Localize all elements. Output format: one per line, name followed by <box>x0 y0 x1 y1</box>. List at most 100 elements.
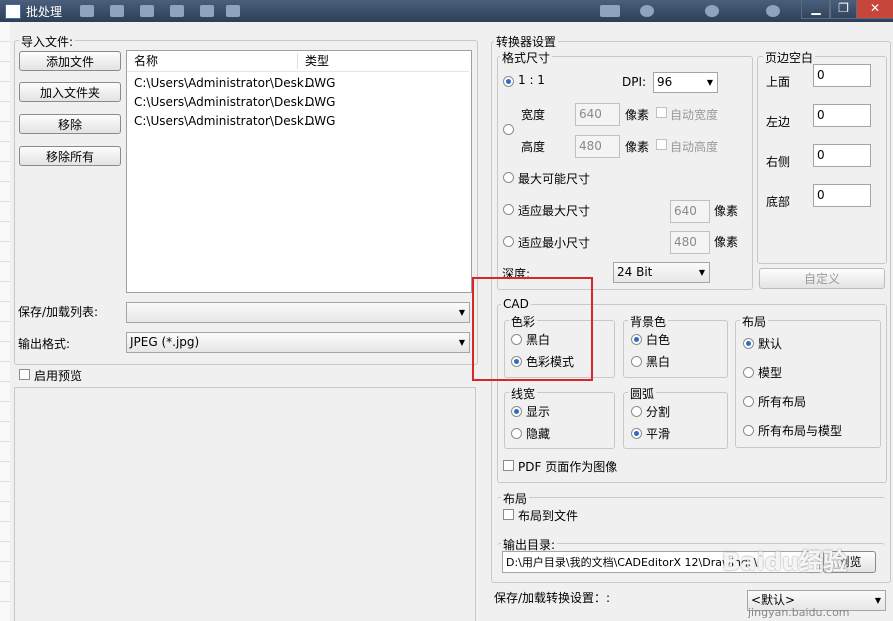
lineweight-title: 线宽 <box>509 385 538 402</box>
custom-size-radio[interactable] <box>503 124 514 135</box>
toolbar-redo-icon[interactable] <box>226 5 240 17</box>
fit-min-input[interactable]: 480 <box>670 231 710 254</box>
margins-title: 页边空白 <box>763 49 816 66</box>
header-divider <box>127 71 469 72</box>
background-black-label: 黑白 <box>646 355 671 369</box>
toolbar-new-icon[interactable] <box>80 5 94 17</box>
layout-all-radio[interactable] <box>743 396 754 407</box>
column-header-type[interactable]: 类型 <box>305 51 469 72</box>
file-row-name[interactable]: C:\Users\Administrator\Desk... <box>134 76 315 90</box>
chevron-down-icon: ▼ <box>874 596 881 605</box>
pdf-as-image-checkbox[interactable] <box>503 460 514 471</box>
file-list[interactable]: 名称 类型 C:\Users\Administrator\Desk... DWG… <box>126 50 472 293</box>
background-white-radio[interactable] <box>631 334 642 345</box>
add-folder-button[interactable]: 加入文件夹 <box>19 82 121 102</box>
layout-default-label: 默认 <box>758 337 783 351</box>
toolbar-settings-icon[interactable] <box>705 5 719 17</box>
height-input[interactable]: 480 <box>575 135 620 158</box>
layout-default-radio[interactable] <box>743 338 754 349</box>
layout-all-model-label: 所有布局与模型 <box>758 424 843 438</box>
layout-model-radio[interactable] <box>743 367 754 378</box>
lineweight-hide-radio[interactable] <box>511 428 522 439</box>
file-row-type[interactable]: DWG <box>305 95 335 109</box>
ratio-1-1-radio[interactable] <box>503 76 514 87</box>
lineweight-show-label: 显示 <box>526 405 551 419</box>
enable-preview-checkbox[interactable] <box>19 369 30 380</box>
margin-left-input[interactable]: 0 <box>813 104 871 127</box>
fit-min-label: 适应最小尺寸 <box>518 236 591 250</box>
margin-right-label: 右侧 <box>766 155 791 169</box>
file-row-name[interactable]: C:\Users\Administrator\Desk... <box>134 95 315 109</box>
toolbar-user-icon[interactable] <box>766 5 780 17</box>
layout-model-label: 模型 <box>758 366 783 380</box>
toolbar-undo-icon[interactable] <box>200 5 214 17</box>
width-pixel-label: 像素 <box>625 108 650 122</box>
fit-max-pixel-label: 像素 <box>714 204 739 218</box>
window-title: 批处理 <box>26 5 63 19</box>
column-divider <box>297 53 298 69</box>
arc-split-radio[interactable] <box>631 406 642 417</box>
background-grid-strip <box>0 22 10 621</box>
save-load-settings-label: 保存/加载转换设置：: <box>494 591 611 605</box>
width-label: 宽度 <box>521 108 546 122</box>
arc-smooth-radio[interactable] <box>631 428 642 439</box>
cad-layout-title: 布局 <box>740 313 769 330</box>
watermark-subtext: jingyan.baidu.com <box>748 606 850 619</box>
toolbar-save-icon[interactable] <box>140 5 154 17</box>
toolbar-open-icon[interactable] <box>110 5 124 17</box>
lineweight-show-radio[interactable] <box>511 406 522 417</box>
maximize-button[interactable]: ❐ <box>829 0 858 19</box>
minimize-button[interactable]: ▁ <box>801 0 831 19</box>
background-white-label: 白色 <box>646 333 671 347</box>
toolbar-help-icon[interactable] <box>640 5 654 17</box>
layout-to-file-label: 布局到文件 <box>518 509 579 523</box>
file-row-type[interactable]: DWG <box>305 76 335 90</box>
depth-combo[interactable]: 24 Bit ▼ <box>613 262 710 283</box>
arc-smooth-label: 平滑 <box>646 427 671 441</box>
toolbar-print-icon[interactable] <box>170 5 184 17</box>
layout-all-model-radio[interactable] <box>743 425 754 436</box>
fit-max-input[interactable]: 640 <box>670 200 710 223</box>
save-load-settings-value: <默认> <box>751 593 796 607</box>
file-row-name[interactable]: C:\Users\Administrator\Desk... <box>134 114 315 128</box>
chevron-down-icon: ▼ <box>698 268 705 277</box>
layout-section-title: 布局 <box>501 490 530 507</box>
background-black-radio[interactable] <box>631 356 642 367</box>
max-possible-radio[interactable] <box>503 172 514 183</box>
close-button[interactable]: ✕ <box>856 0 893 19</box>
file-row-type[interactable]: DWG <box>305 114 335 128</box>
save-load-list-combo[interactable]: ▼ <box>126 302 470 323</box>
dpi-label: DPI: <box>622 75 647 89</box>
toolbar-cad-icon[interactable] <box>600 5 620 17</box>
fit-min-radio[interactable] <box>503 236 514 247</box>
column-header-name[interactable]: 名称 <box>134 51 294 72</box>
fit-min-pixel-label: 像素 <box>714 235 739 249</box>
layout-to-file-checkbox[interactable] <box>503 509 514 520</box>
margin-left-label: 左边 <box>766 115 791 129</box>
max-possible-label: 最大可能尺寸 <box>518 172 591 186</box>
margin-right-input[interactable]: 0 <box>813 144 871 167</box>
width-input[interactable]: 640 <box>575 103 620 126</box>
save-load-list-label: 保存/加载列表: <box>18 305 99 319</box>
enable-preview-label: 启用预览 <box>34 369 83 383</box>
highlight-box <box>472 277 593 381</box>
chevron-down-icon: ▼ <box>458 308 465 317</box>
custom-button[interactable]: 自定义 <box>759 268 885 289</box>
depth-value: 24 Bit <box>617 265 653 279</box>
margin-bottom-input[interactable]: 0 <box>813 184 871 207</box>
remove-all-button[interactable]: 移除所有 <box>19 146 121 166</box>
background-title: 背景色 <box>628 313 669 330</box>
chevron-down-icon: ▼ <box>706 78 713 87</box>
layout-all-label: 所有布局 <box>758 395 807 409</box>
dpi-combo[interactable]: 96 ▼ <box>653 72 718 93</box>
output-format-combo[interactable]: JPEG (*.jpg) ▼ <box>126 332 470 353</box>
app-icon <box>5 4 21 19</box>
remove-button[interactable]: 移除 <box>19 114 121 134</box>
auto-width-checkbox[interactable] <box>656 107 667 118</box>
add-file-button[interactable]: 添加文件 <box>19 51 121 71</box>
margin-top-input[interactable]: 0 <box>813 64 871 87</box>
pdf-as-image-label: PDF 页面作为图像 <box>518 460 618 474</box>
auto-height-checkbox[interactable] <box>656 139 667 150</box>
converter-settings-title: 转换器设置 <box>494 33 559 50</box>
fit-max-radio[interactable] <box>503 204 514 215</box>
